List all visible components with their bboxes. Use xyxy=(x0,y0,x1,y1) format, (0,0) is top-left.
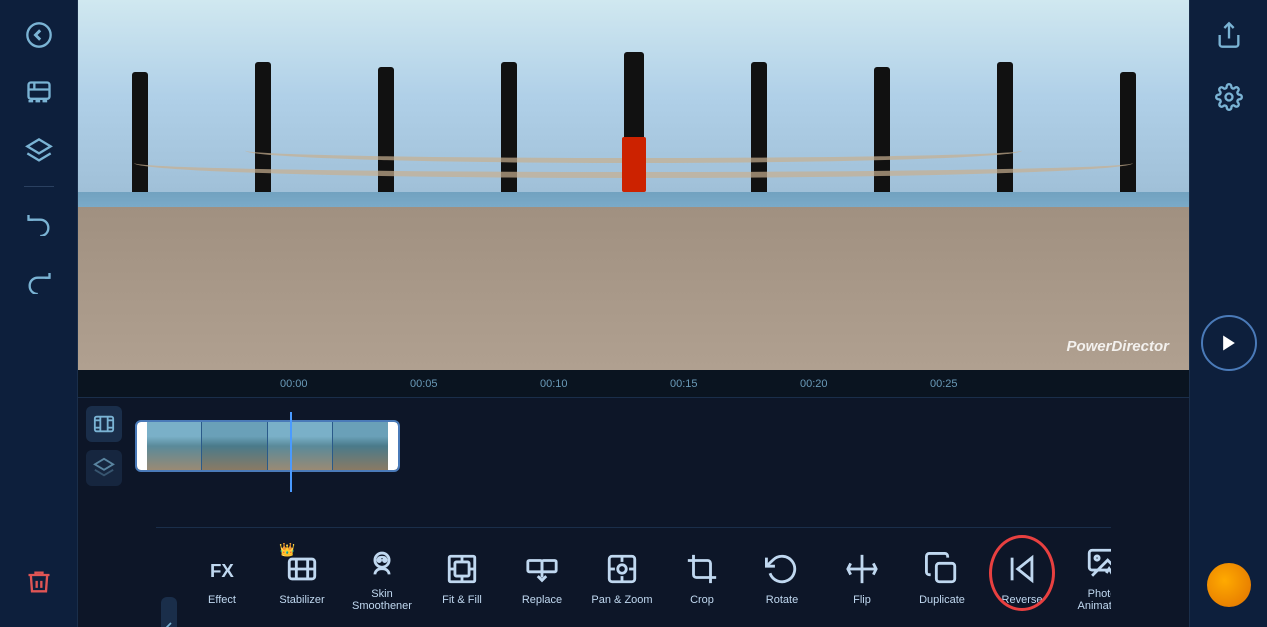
replace-label: Replace xyxy=(522,594,562,606)
toolbar-collapse-button[interactable] xyxy=(161,597,177,627)
overlay-track-icon[interactable] xyxy=(86,450,122,486)
flip-label: Flip xyxy=(853,594,871,606)
orange-indicator xyxy=(1207,563,1251,607)
toolbar-item-flip[interactable]: Flip xyxy=(822,533,902,623)
video-preview: PowerDirector xyxy=(78,0,1189,370)
timeline-area: 00:00 00:05 00:10 00:15 00:20 00:25 xyxy=(78,370,1189,627)
photo-animation-label: PhotoAnimation xyxy=(1078,588,1111,612)
fit-fill-icon xyxy=(443,550,481,588)
pan-zoom-icon xyxy=(603,550,641,588)
settings-button[interactable] xyxy=(1204,72,1254,122)
left-sidebar xyxy=(0,0,78,627)
ruler-mark-5: 00:25 xyxy=(928,378,1058,390)
back-button[interactable] xyxy=(14,10,64,60)
pan-zoom-label: Pan & Zoom xyxy=(591,594,652,606)
photo-animation-icon xyxy=(1083,544,1111,582)
toolbar-item-fit-fill[interactable]: Fit & Fill xyxy=(422,533,502,623)
reverse-label: Reverse xyxy=(1002,594,1043,606)
toolbar-item-skin-smoothener[interactable]: SkinSmoothener xyxy=(342,533,422,623)
fit-fill-label: Fit & Fill xyxy=(442,594,482,606)
reverse-icon xyxy=(1003,550,1041,588)
duplicate-icon xyxy=(923,550,961,588)
crop-icon xyxy=(683,550,721,588)
clip-handle-left[interactable] xyxy=(137,422,147,470)
ruler-mark-0: 00:00 xyxy=(278,378,408,390)
ruler-mark-3: 00:15 xyxy=(668,378,798,390)
watermark: PowerDirector xyxy=(1066,338,1169,355)
fx-label: Effect xyxy=(208,594,236,606)
svg-text:FX: FX xyxy=(210,560,234,581)
skin-smoothener-icon xyxy=(363,544,401,582)
video-clip[interactable] xyxy=(135,420,400,472)
toolbar-item-rotate[interactable]: Rotate xyxy=(742,533,822,623)
crown-icon: 👑 xyxy=(279,542,295,558)
video-scene: PowerDirector xyxy=(78,0,1189,370)
toolbar-item-pan-zoom[interactable]: Pan & Zoom xyxy=(582,533,662,623)
stabilizer-label: Stabilizer xyxy=(279,594,324,606)
ruler-marks: 00:00 00:05 00:10 00:15 00:20 00:25 xyxy=(278,378,1058,390)
skin-smoothener-label: SkinSmoothener xyxy=(352,588,412,612)
toolbar-item-crop[interactable]: Crop xyxy=(662,533,742,623)
share-button[interactable] xyxy=(1204,10,1254,60)
rotate-label: Rotate xyxy=(766,594,798,606)
rotate-icon xyxy=(763,550,801,588)
flip-icon xyxy=(843,550,881,588)
timeline-ruler: 00:00 00:05 00:10 00:15 00:20 00:25 xyxy=(78,370,1189,398)
toolbar-item-duplicate[interactable]: Duplicate xyxy=(902,533,982,623)
track-icons xyxy=(86,406,122,486)
playhead[interactable] xyxy=(290,412,292,492)
duplicate-label: Duplicate xyxy=(919,594,965,606)
media-button[interactable] xyxy=(14,68,64,118)
ruler-mark-4: 00:20 xyxy=(798,378,928,390)
toolbar-item-fx[interactable]: FX Effect xyxy=(182,533,262,623)
video-track-icon[interactable] xyxy=(86,406,122,442)
ruler-mark-2: 00:10 xyxy=(538,378,668,390)
divider-1 xyxy=(24,186,54,187)
undo-button[interactable] xyxy=(14,197,64,247)
delete-button[interactable] xyxy=(14,557,64,607)
play-button[interactable] xyxy=(1201,315,1257,371)
toolbar-item-stabilizer[interactable]: 👑 Stabilizer xyxy=(262,533,342,623)
toolbar-item-reverse[interactable]: Reverse xyxy=(982,533,1062,623)
redo-button[interactable] xyxy=(14,255,64,305)
right-sidebar xyxy=(1189,0,1267,627)
bottom-toolbar: FX Effect 👑 xyxy=(156,527,1111,627)
toolbar-item-photo-animation[interactable]: Try PhotoAnimation xyxy=(1062,533,1111,623)
crop-label: Crop xyxy=(690,594,714,606)
toolbar-item-replace[interactable]: Replace xyxy=(502,533,582,623)
clip-handle-right[interactable] xyxy=(388,422,398,470)
layers-button[interactable] xyxy=(14,126,64,176)
main-content: PowerDirector 00:00 00:05 00:10 00:15 00… xyxy=(78,0,1189,627)
clip-thumbnails xyxy=(137,422,398,470)
fx-icon: FX xyxy=(203,550,241,588)
ruler-mark-1: 00:05 xyxy=(408,378,538,390)
replace-icon xyxy=(523,550,561,588)
